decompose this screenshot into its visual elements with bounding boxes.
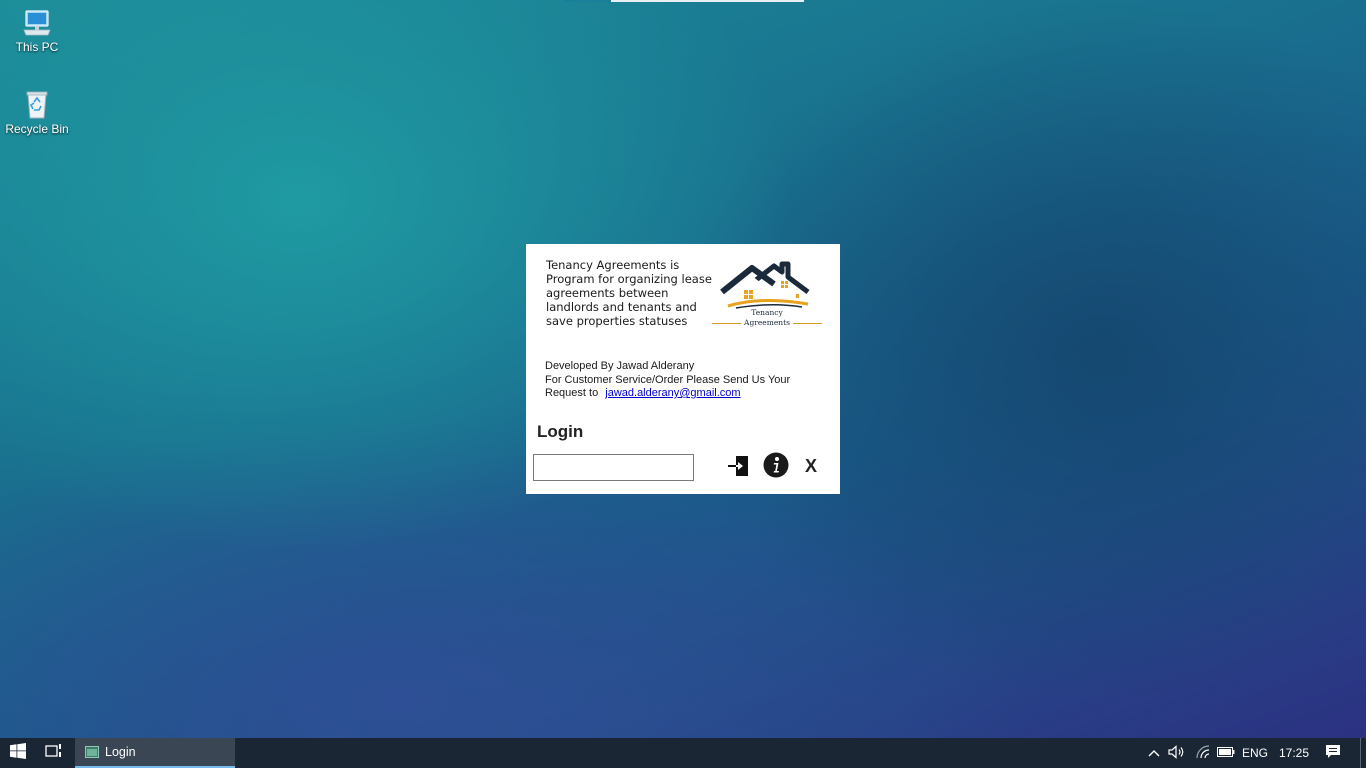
- network-button[interactable]: [1192, 738, 1214, 768]
- wifi-icon: [1195, 744, 1211, 762]
- developer-line: Developed By Jawad Alderany: [545, 360, 695, 372]
- start-button[interactable]: [0, 738, 36, 768]
- logo-caption-line-1: Tenancy: [751, 308, 783, 317]
- taskbar-app-label: Login: [105, 745, 136, 759]
- logo-rule-right: [793, 323, 822, 324]
- app-window-icon: [85, 746, 99, 758]
- task-view-icon: [45, 743, 63, 764]
- desktop-icon-label: This PC: [15, 40, 59, 54]
- desktop-icon-recycle-bin[interactable]: Recycle Bin: [0, 88, 74, 136]
- request-prefix: Request to: [545, 387, 599, 399]
- close-button[interactable]: X: [800, 454, 822, 478]
- login-window: Tenancy Agreements is Program for organi…: [526, 244, 840, 494]
- show-hidden-icons-button[interactable]: [1144, 738, 1164, 768]
- taskbar: Login ENG 17:25: [0, 738, 1366, 768]
- desktop-icon-this-pc[interactable]: This PC: [0, 6, 74, 54]
- request-line: Request to jawad.alderany@gmail.com: [545, 387, 815, 401]
- sign-in-arrow-icon: [726, 454, 750, 481]
- chevron-up-icon: [1148, 746, 1160, 760]
- computer-icon: [21, 6, 53, 38]
- logo-caption: Tenancy Agreements: [712, 308, 822, 328]
- top-edge-strip: [563, 0, 611, 2]
- recycle-bin-icon: [21, 88, 53, 120]
- top-edge-strip-light: [611, 0, 804, 2]
- login-button[interactable]: [725, 454, 751, 480]
- developer-info: Developed By Jawad Alderany For Customer…: [545, 360, 815, 401]
- show-desktop-button[interactable]: [1360, 738, 1361, 768]
- info-icon: [763, 452, 789, 481]
- clock[interactable]: 17:25: [1274, 738, 1314, 768]
- volume-button[interactable]: [1166, 738, 1188, 768]
- task-view-button[interactable]: [36, 738, 72, 768]
- language-indicator[interactable]: ENG: [1238, 738, 1272, 768]
- info-button[interactable]: [762, 452, 789, 481]
- about-description: Tenancy Agreements is Program for organi…: [546, 258, 712, 328]
- windows-logo-icon: [10, 742, 26, 764]
- battery-icon: [1217, 746, 1235, 760]
- email-link[interactable]: jawad.alderany@gmail.com: [605, 387, 740, 399]
- notification-icon: [1325, 744, 1341, 762]
- service-line: For Customer Service/Order Please Send U…: [545, 373, 791, 386]
- taskbar-app-login[interactable]: Login: [75, 738, 235, 768]
- logo-rule-left: [712, 323, 741, 324]
- speaker-icon: [1168, 744, 1186, 762]
- desktop-icon-label: Recycle Bin: [5, 122, 69, 136]
- action-center-button[interactable]: [1320, 738, 1346, 768]
- battery-button[interactable]: [1215, 738, 1237, 768]
- login-title: Login: [537, 422, 584, 441]
- password-input[interactable]: [533, 454, 694, 481]
